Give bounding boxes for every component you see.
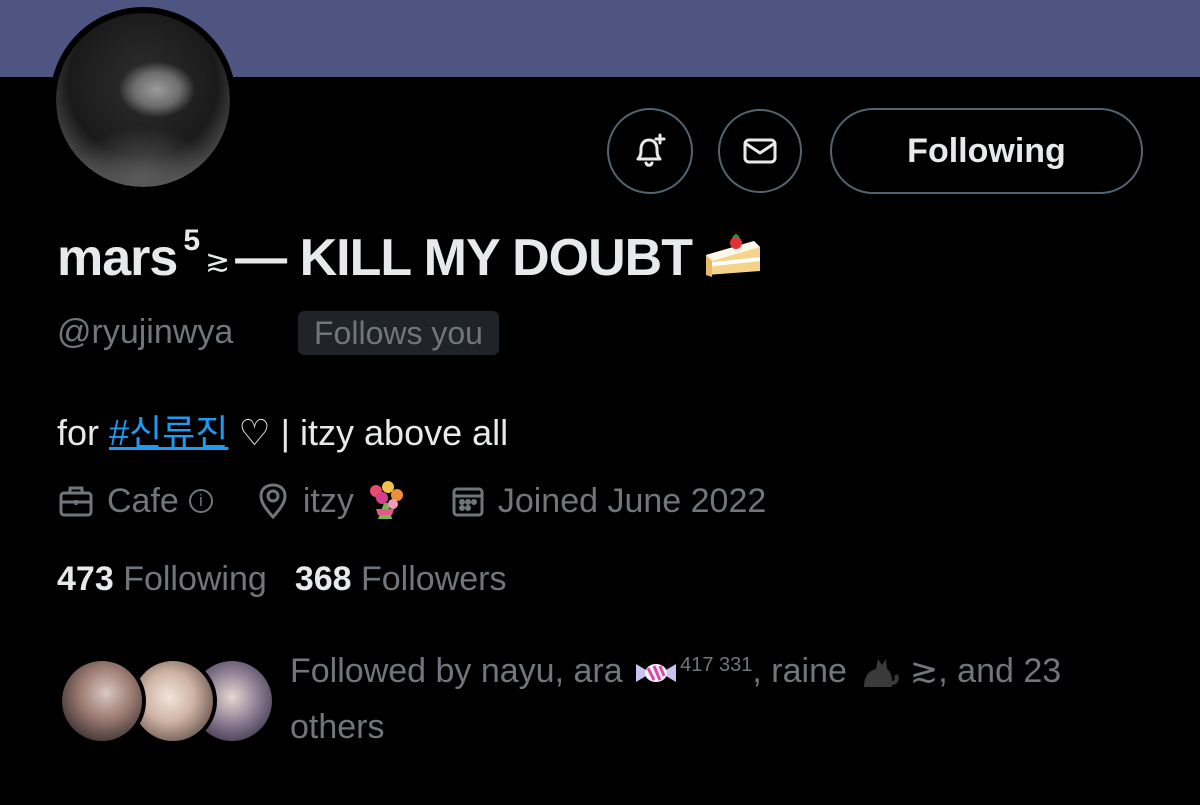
followers-label: Followers bbox=[361, 560, 507, 598]
profile-avatar[interactable] bbox=[50, 7, 236, 193]
candy-icon bbox=[632, 652, 680, 690]
display-name-main: mars bbox=[57, 229, 178, 287]
follows-you-badge: Follows you bbox=[298, 311, 499, 355]
following-count-link[interactable]: 473 Following bbox=[57, 560, 267, 598]
followed-by-start: Followed by nayu, ara bbox=[290, 652, 623, 690]
avatar-image bbox=[56, 13, 230, 187]
profile-joined: Joined June 2022 bbox=[450, 482, 766, 521]
followed-by-superscript: 417 331 bbox=[680, 654, 753, 676]
cake-slice-icon bbox=[702, 229, 764, 294]
followed-by-middle: , raine bbox=[752, 652, 847, 690]
display-name-superscript: 5 bbox=[183, 224, 200, 257]
display-name-tail: — KILL MY DOUBT bbox=[235, 229, 693, 287]
briefcase-icon bbox=[59, 486, 93, 517]
profile-location: itzy bbox=[255, 479, 408, 523]
notify-button[interactable] bbox=[607, 108, 693, 194]
bio-hashtag-link[interactable]: #신류진 bbox=[109, 412, 228, 453]
profile-handle: @ryujinwya bbox=[57, 313, 234, 351]
followers-count: 368 bbox=[294, 560, 352, 598]
bio-suffix: ♡ | itzy above all bbox=[228, 412, 509, 453]
bouquet-icon bbox=[369, 481, 403, 519]
following-label: Following bbox=[123, 560, 267, 598]
followed-by-text[interactable]: Followed by nayu, ara 417 331, raine ≳, … bbox=[290, 643, 1150, 755]
bell-plus-icon bbox=[636, 133, 666, 167]
profile-category: Cafe i bbox=[57, 482, 213, 521]
black-cat-icon bbox=[856, 652, 900, 690]
profile-meta: Cafe i itzy Joined June 2022 bbox=[57, 478, 808, 524]
info-icon[interactable]: i bbox=[188, 489, 213, 513]
followers-count-link[interactable]: 368 Followers bbox=[295, 560, 507, 598]
follow-counts: 473 Following 368 Followers bbox=[57, 560, 506, 599]
calendar-icon bbox=[452, 487, 484, 517]
category-label: Cafe bbox=[107, 481, 179, 520]
location-label: itzy bbox=[302, 481, 354, 520]
following-count: 473 bbox=[57, 560, 114, 598]
display-name: mars 5≳ — KILL MY DOUBT bbox=[57, 224, 764, 294]
location-pin-icon bbox=[259, 483, 287, 520]
profile-bio: for #신류진 ♡ | itzy above all bbox=[57, 404, 508, 456]
display-name-symbol: ≳ bbox=[205, 244, 230, 278]
mail-icon bbox=[743, 138, 777, 164]
follower-avatar[interactable] bbox=[58, 657, 146, 745]
message-button[interactable] bbox=[718, 109, 802, 193]
bio-prefix: for bbox=[57, 412, 110, 453]
following-button[interactable]: Following bbox=[830, 108, 1143, 194]
joined-label: Joined June 2022 bbox=[497, 481, 767, 520]
